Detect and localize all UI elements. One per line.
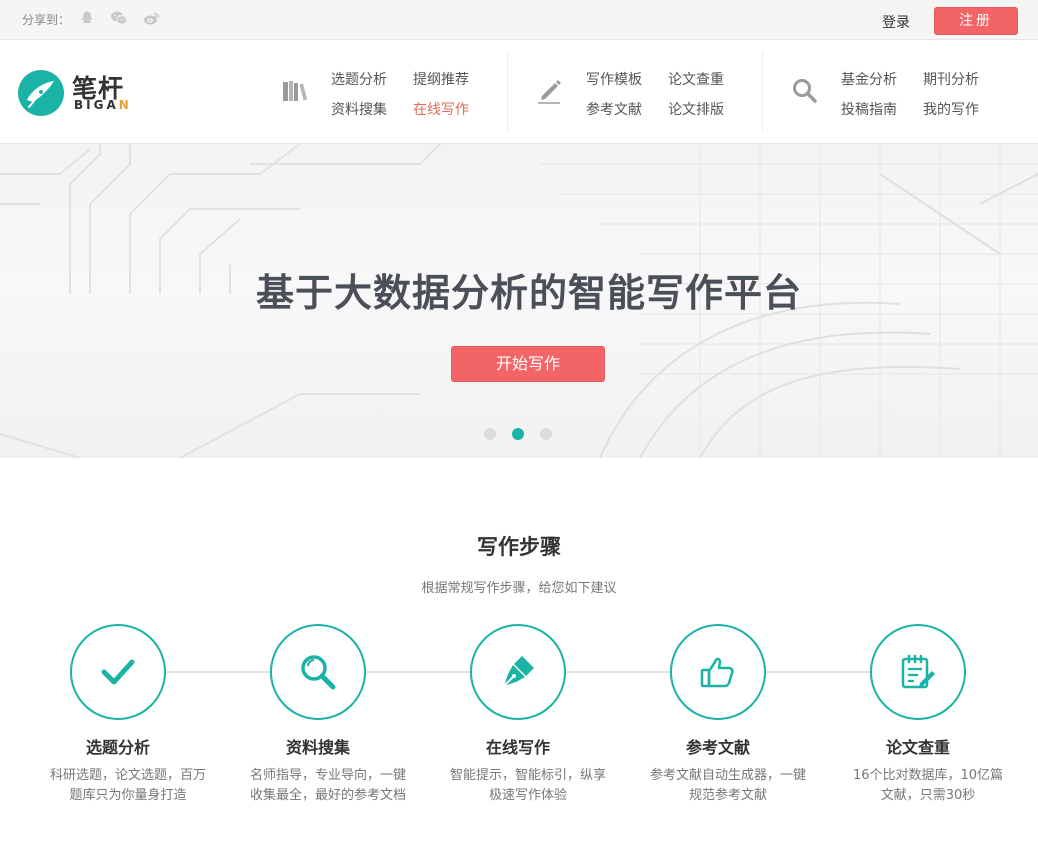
step-title: 论文查重 — [885, 738, 950, 757]
carousel-dot-3[interactable] — [540, 428, 552, 440]
nav-link-materials[interactable]: 资料搜集 — [331, 99, 387, 119]
nav-link-outline[interactable]: 提纲推荐 — [413, 69, 469, 89]
step-title: 在线写作 — [485, 738, 550, 757]
site-logo[interactable]: 笔杆 BIGAN — [18, 69, 138, 119]
logo-text-en: BIGAN — [74, 98, 132, 112]
pen-icon — [538, 80, 561, 104]
step-title: 选题分析 — [85, 738, 150, 757]
nav-link-my-writing[interactable]: 我的写作 — [923, 99, 979, 119]
step-circle[interactable] — [670, 624, 766, 720]
search-icon — [793, 79, 817, 103]
document-edit-icon — [901, 654, 935, 689]
nav-link-fund-analysis[interactable]: 基金分析 — [841, 69, 897, 89]
nav-group-writing: 写作模板 论文查重 参考文献 论文排版 — [536, 63, 736, 123]
nav-link-journal-analysis[interactable]: 期刊分析 — [923, 69, 979, 89]
step-material-collection: 资料搜集 名师指导，专业导向，一键收集最全，最好的参考文档 — [218, 624, 418, 814]
step-circle[interactable] — [70, 624, 166, 720]
nav-group-analysis: 选题分析 提纲推荐 资料搜集 在线写作 — [281, 63, 481, 123]
step-desc: 科研选题，论文选题，百万题库只为你量身打造 — [49, 768, 206, 803]
nav-divider — [507, 51, 508, 131]
carousel-dot-2[interactable] — [512, 428, 524, 440]
wechat-icon[interactable] — [110, 10, 128, 26]
step-desc: 16个比对数据库，10亿篇文献，只需30秒 — [852, 768, 1004, 803]
step-references: 参考文献 参考文献自动生成器，一键规范参考文献 — [618, 624, 818, 814]
nav-link-layout[interactable]: 论文排版 — [668, 99, 724, 119]
step-desc: 参考文献自动生成器，一键规范参考文献 — [649, 768, 806, 803]
step-circle[interactable] — [270, 624, 366, 720]
section-subtitle: 根据常规写作步骤，给您如下建议 — [421, 581, 617, 596]
fountain-pen-icon — [503, 656, 534, 687]
books-icon — [283, 81, 307, 101]
nav-link-templates[interactable]: 写作模板 — [586, 69, 642, 89]
register-button[interactable]: 注册 — [934, 7, 1018, 35]
step-desc: 名师指导，专业导向，一键收集最全，最好的参考文档 — [249, 768, 406, 803]
logo-mark-icon — [18, 70, 64, 116]
step-circle[interactable] — [870, 624, 966, 720]
thumbs-up-icon — [700, 657, 734, 688]
hero-banner: 基于大数据分析的智能写作平台 开始写作 — [0, 144, 1038, 458]
step-title: 参考文献 — [685, 738, 750, 757]
nav-link-online-writing[interactable]: 在线写作 — [413, 99, 469, 119]
weibo-icon[interactable] — [143, 10, 161, 26]
magnifier-icon — [301, 655, 336, 690]
share-label: 分享到： — [22, 13, 71, 27]
qq-icon[interactable] — [79, 10, 95, 26]
nav-link-submission-guide[interactable]: 投稿指南 — [841, 99, 897, 119]
nav-group-publishing: 基金分析 期刊分析 投稿指南 我的写作 — [791, 63, 991, 123]
step-title: 资料搜集 — [285, 738, 350, 757]
nav-link-plagiarism-check[interactable]: 论文查重 — [668, 69, 724, 89]
step-plagiarism-check: 论文查重 16个比对数据库，10亿篇文献，只需30秒 — [818, 624, 1018, 814]
carousel-dot-1[interactable] — [484, 428, 496, 440]
step-circle[interactable] — [470, 624, 566, 720]
nav-divider — [762, 51, 763, 131]
step-topic-analysis: 选题分析 科研选题，论文选题，百万题库只为你量身打造 — [18, 624, 218, 814]
top-bar: 分享到： 登录 注册 — [0, 0, 1038, 40]
start-writing-button[interactable]: 开始写作 — [451, 346, 605, 382]
nav-link-topic-analysis[interactable]: 选题分析 — [331, 69, 387, 89]
step-desc: 智能提示，智能标引，纵享极速写作体验 — [449, 768, 606, 803]
step-online-writing: 在线写作 智能提示，智能标引，纵享极速写作体验 — [418, 624, 618, 814]
section-title: 写作步骤 — [477, 535, 561, 559]
hero-title: 基于大数据分析的智能写作平台 — [255, 271, 802, 315]
site-header: 笔杆 BIGAN 选题分析 提纲推荐 资料搜集 在线写作 写作模板 论文查重 参… — [0, 41, 1038, 144]
login-link[interactable]: 登录 — [882, 12, 910, 32]
nav-link-references[interactable]: 参考文献 — [586, 99, 642, 119]
checkmark-icon — [101, 659, 135, 685]
